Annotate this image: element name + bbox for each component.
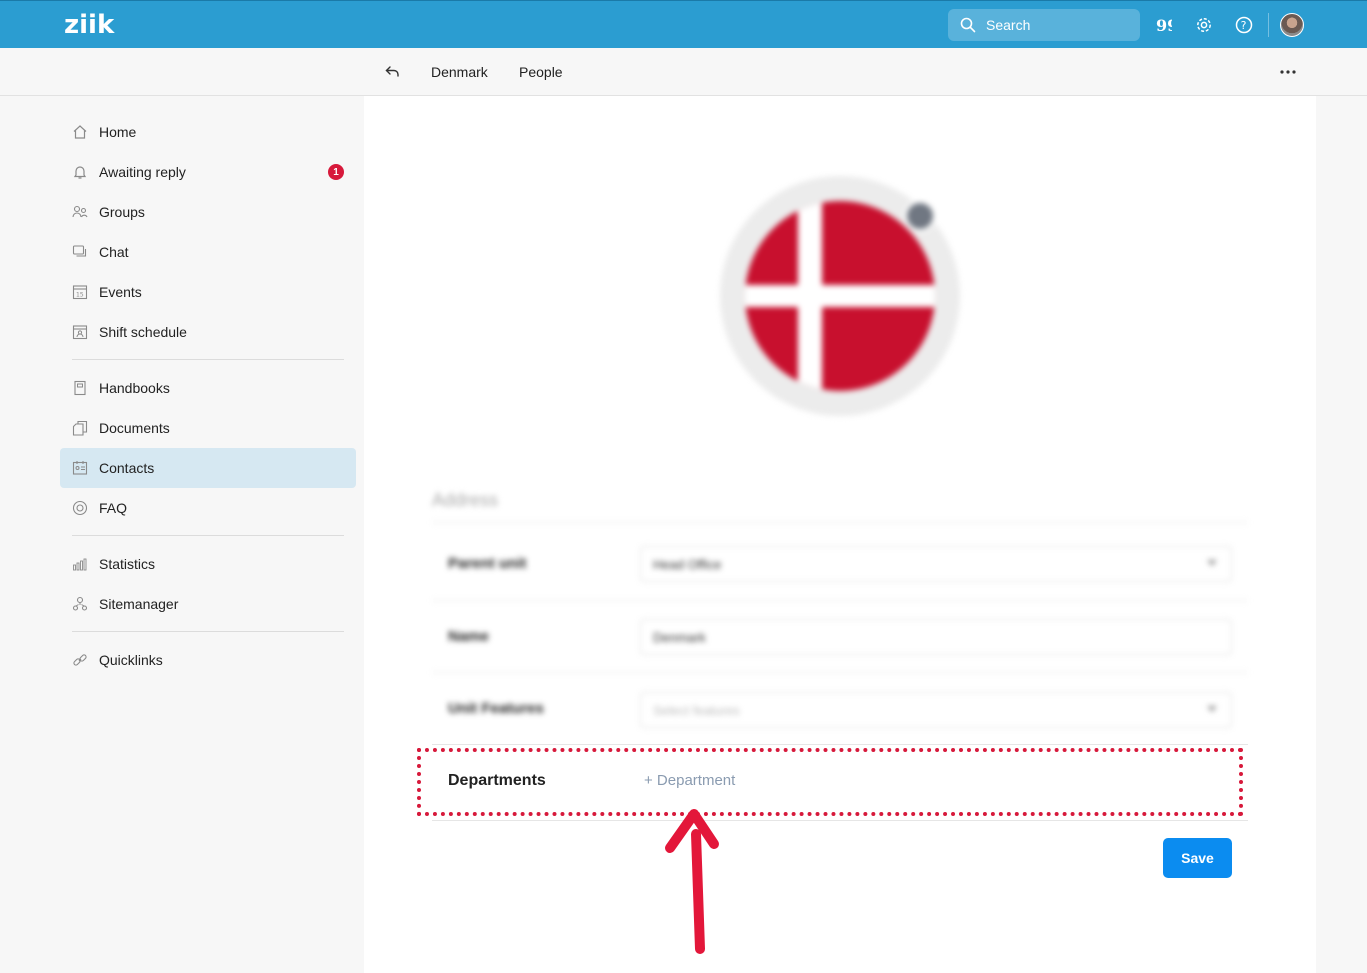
save-button[interactable]: Save [1163,838,1232,878]
sitemap-icon [72,596,88,612]
sidebar-item-contacts[interactable]: Contacts [60,448,356,488]
row-divider [432,600,1248,601]
groups-icon [72,204,88,220]
unit-features-placeholder: Select features [653,702,740,718]
shift-icon [72,324,88,340]
sidebar-item-label: Shift schedule [99,324,187,340]
sidebar-divider [72,535,344,536]
breadcrumb-denmark[interactable]: Denmark [431,64,488,80]
topbar-divider [1268,13,1269,37]
contacts-icon [72,460,88,476]
unit-features-label: Unit Features [448,700,544,717]
sidebar-item-home[interactable]: Home [60,112,356,152]
sidebar-item-groups[interactable]: Groups [60,192,356,232]
sidebar-item-label: Documents [99,420,170,436]
back-icon[interactable] [384,63,402,81]
section-title: Address [432,490,499,510]
name-label: Name [448,628,489,645]
search-input[interactable]: Search [948,9,1140,41]
breadcrumb-people[interactable]: People [519,64,563,80]
row-divider [432,672,1248,673]
sub-header: Denmark People [0,48,1367,96]
svg-text:?: ? [1241,19,1247,32]
sidebar-item-label: FAQ [99,500,128,516]
parent-unit-label: Parent unit [448,555,527,572]
sidebar-divider [72,359,344,360]
chat-icon [72,244,88,260]
sidebar-item-label: Events [99,284,142,300]
sidebar-item-chat[interactable]: Chat [60,232,356,272]
quote-icon[interactable]: 99 [1154,15,1174,35]
name-field[interactable]: Denmark [640,619,1232,655]
top-bar: ziik Search 99 ? [0,0,1367,48]
ziik-logo[interactable]: ziik [64,10,114,40]
unit-features-select[interactable]: Select features [640,692,1232,728]
sidebar-item-label: Handbooks [99,380,170,396]
search-placeholder: Search [986,17,1031,33]
sidebar-item-documents[interactable]: Documents [60,408,356,448]
sidebar-item-label: Quicklinks [99,652,163,668]
sidebar-item-statistics[interactable]: Statistics [60,544,356,584]
remove-image-button[interactable] [904,200,936,232]
name-value: Denmark [653,629,706,645]
row-divider [432,744,1248,745]
bell-icon [72,164,88,180]
sidebar: Home Awaiting reply 1 Groups Chat 15 Eve… [60,112,356,680]
sidebar-item-events[interactable]: 15 Events [60,272,356,312]
sidebar-item-quicklinks[interactable]: Quicklinks [60,640,356,680]
calendar-day: 15 [76,292,84,299]
sidebar-item-label: Awaiting reply [99,164,186,180]
sidebar-item-label: Contacts [99,460,155,476]
search-icon [960,17,976,33]
highlight-box [417,748,1243,816]
sidebar-item-awaiting-reply[interactable]: Awaiting reply 1 [60,152,356,192]
denmark-flag-image[interactable] [745,201,935,391]
link-icon [72,652,88,668]
gear-icon[interactable] [1194,15,1214,35]
svg-text:99: 99 [1156,18,1172,32]
help-icon[interactable]: ? [1234,15,1254,35]
home-icon [72,124,88,140]
parent-unit-value: Head Office [653,556,722,572]
user-avatar[interactable] [1280,13,1304,37]
documents-icon [72,420,88,436]
section-divider [432,522,1248,523]
sidebar-item-handbooks[interactable]: Handbooks [60,368,356,408]
chevron-down-icon [1207,560,1217,566]
sidebar-item-shift-schedule[interactable]: Shift schedule [60,312,356,352]
sidebar-item-label: Statistics [99,556,156,572]
more-options-icon[interactable] [1278,62,1298,82]
handbook-icon [72,380,88,396]
chevron-down-icon [1207,706,1217,712]
sidebar-divider [72,631,344,632]
sidebar-item-sitemanager[interactable]: Sitemanager [60,584,356,624]
sidebar-item-faq[interactable]: FAQ [60,488,356,528]
sidebar-item-label: Sitemanager [99,596,179,612]
annotation-arrow-icon [665,809,719,954]
lifebuoy-icon [72,500,88,516]
sidebar-item-label: Groups [99,204,145,220]
sidebar-item-label: Chat [99,244,129,260]
notification-badge: 1 [328,164,344,180]
row-divider [432,820,1248,821]
sidebar-item-label: Home [99,124,137,140]
parent-unit-select[interactable]: Head Office [640,546,1232,582]
statistics-icon [72,556,88,572]
calendar-icon: 15 [72,284,88,300]
